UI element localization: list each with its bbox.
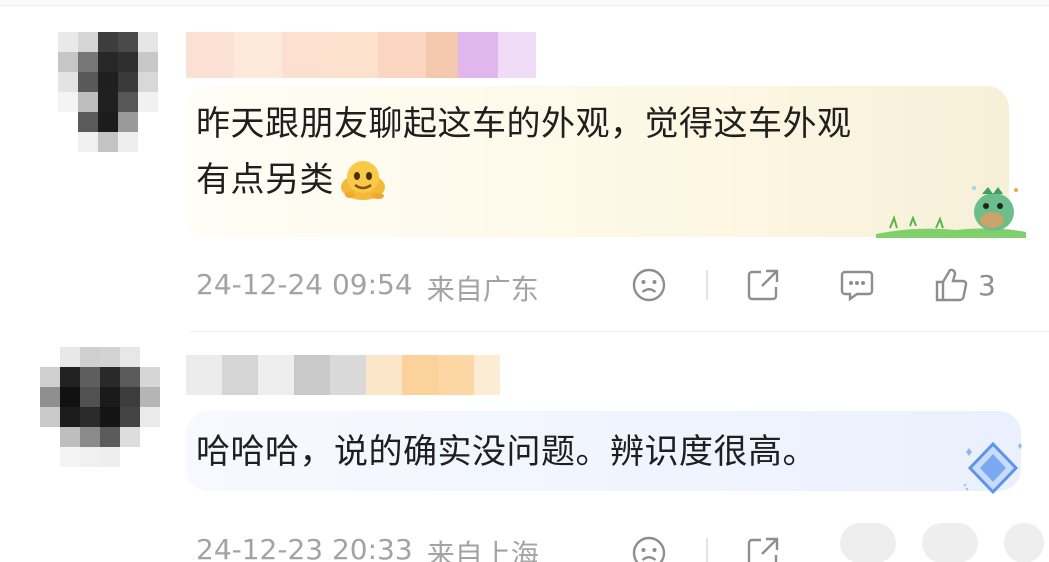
- reply-button[interactable]: [838, 260, 876, 310]
- username-redacted[interactable]: [186, 32, 536, 78]
- like-button[interactable]: 3: [932, 260, 996, 310]
- comment-meta: 24-12-23 20:33 来自上海: [196, 533, 539, 562]
- comment-meta: 24-12-24 09:54 来自广东: [196, 268, 539, 308]
- comment-divider: [190, 331, 1049, 332]
- share-out-icon: [747, 269, 779, 301]
- blurred-actions: [840, 523, 1044, 562]
- comment-item: 昨天跟朋友聊起这车的外观，觉得这车外观 有点另类 24-12-24 09:54 …: [0, 0, 1049, 332]
- like-count: [1004, 523, 1044, 562]
- timestamp: 24-12-23 20:33: [196, 533, 413, 562]
- comment-text-line: 哈哈哈，说的确实没问题。辨识度很高。: [196, 432, 817, 472]
- share-out-icon: [747, 537, 779, 562]
- like-count: 3: [978, 268, 996, 302]
- avatar[interactable]: [40, 347, 160, 467]
- timestamp: 24-12-24 09:54: [196, 268, 413, 301]
- username-redacted[interactable]: [186, 355, 500, 395]
- location: 来自广东: [426, 273, 539, 306]
- diamond-sticker-icon: [963, 441, 1022, 495]
- comment-text-tail: 有点另类: [196, 160, 334, 200]
- melting-face-icon: [341, 161, 385, 200]
- dinosaur-sticker-icon: [876, 186, 1026, 238]
- thumbs-up-icon: [935, 268, 968, 302]
- share-button[interactable]: [744, 260, 782, 310]
- comment-actions: [630, 528, 782, 562]
- action-divider: [706, 538, 708, 562]
- avatar[interactable]: [58, 32, 158, 152]
- frown-face-icon: [632, 268, 666, 302]
- comment-item: 哈哈哈，说的确实没问题。辨识度很高。 24-12-23 20:33 来自上海: [0, 333, 1049, 562]
- comment-actions: 3: [630, 260, 996, 310]
- location: 来自上海: [426, 538, 539, 562]
- comment-text: 哈哈哈，说的确实没问题。辨识度很高。: [196, 424, 986, 480]
- comment-text-line: 昨天跟朋友聊起这车的外观，觉得这车外观: [196, 104, 852, 144]
- reply-button[interactable]: [840, 523, 896, 562]
- dislike-button[interactable]: [630, 260, 668, 310]
- share-button[interactable]: [744, 528, 782, 562]
- frown-face-icon: [632, 536, 666, 562]
- action-divider: [706, 270, 708, 300]
- dislike-button[interactable]: [630, 528, 668, 562]
- comment-bubble-icon: [840, 270, 874, 302]
- like-button[interactable]: [922, 523, 978, 562]
